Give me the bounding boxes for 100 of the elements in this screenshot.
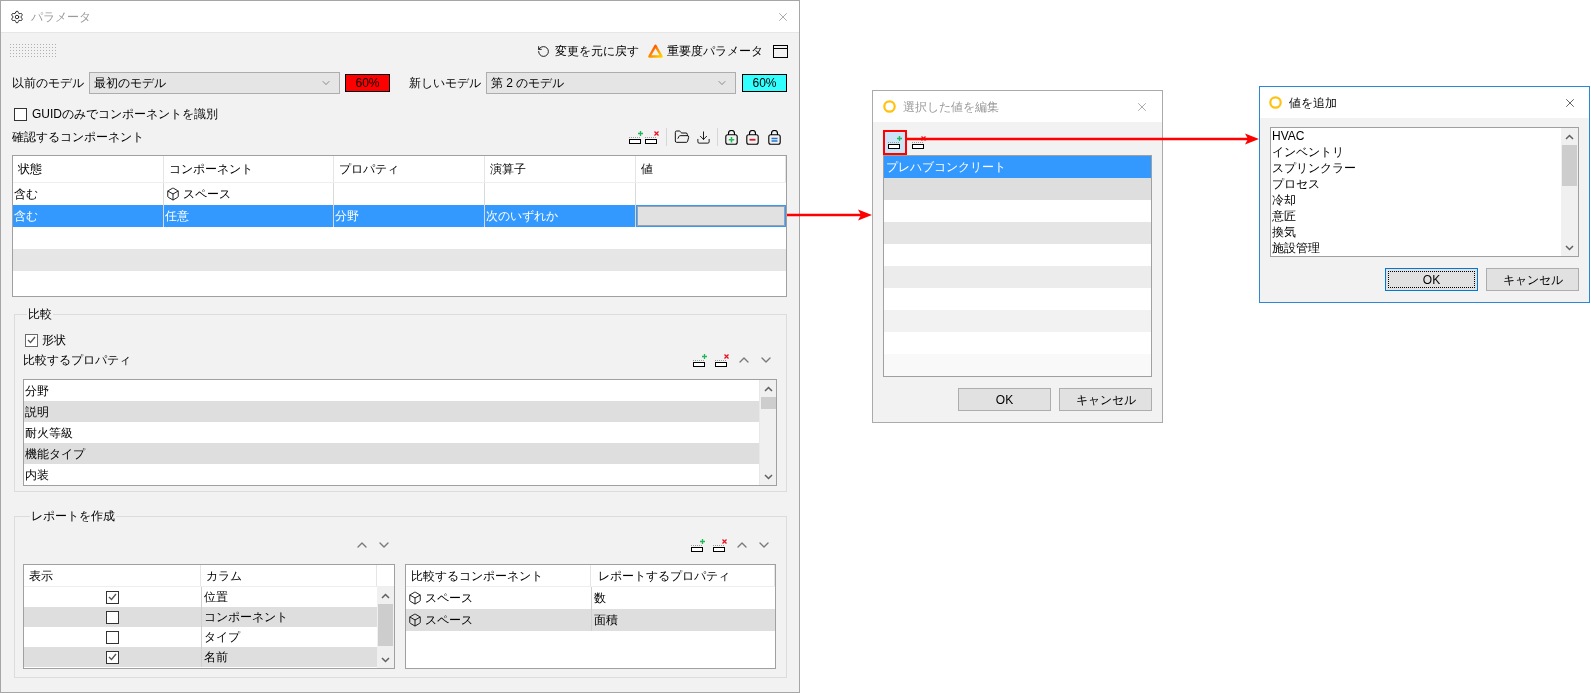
padlock-equals-button[interactable]: [767, 129, 781, 145]
status-text: 含む: [14, 186, 38, 202]
chevron-down-icon[interactable]: [1565, 244, 1574, 251]
percentage-badge: 60%: [345, 74, 390, 92]
dialog-button[interactable]: OK: [958, 388, 1051, 411]
model-dropdown[interactable]: 第 2 のモデル: [486, 72, 736, 94]
scrollbar-thumb[interactable]: [760, 397, 776, 409]
dialog-button[interactable]: OK: [1385, 268, 1478, 291]
checkbox[interactable]: [106, 630, 119, 644]
row-cross-icon: [911, 135, 927, 150]
row-plus-icon: [692, 352, 708, 368]
column-header[interactable]: 値: [636, 156, 786, 182]
list-item[interactable]: 施設管理: [1272, 240, 1561, 256]
column-header[interactable]: 演算子: [485, 156, 636, 182]
folder-icon: [673, 129, 690, 145]
table-row[interactable]: コンポーネント: [24, 607, 377, 627]
window-button[interactable]: [773, 44, 788, 58]
open-button[interactable]: [673, 129, 690, 145]
window-title: 値を追加: [1289, 94, 1337, 111]
chevron-down-icon[interactable]: [381, 656, 390, 663]
scrollbar[interactable]: [759, 380, 776, 485]
list-item[interactable]: HVAC: [1272, 128, 1561, 144]
padlock-plus-icon: [724, 129, 738, 145]
dialog-button[interactable]: キャンセル: [1486, 268, 1579, 291]
padlock-plus-button[interactable]: [724, 129, 738, 145]
dialog-button[interactable]: キャンセル: [1059, 388, 1152, 411]
gear-icon: [10, 9, 24, 24]
undo-button[interactable]: 変更を元に戻す: [537, 42, 639, 60]
component-name: スペース: [425, 612, 473, 628]
column-header[interactable]: コンポーネント: [164, 156, 334, 182]
group-title: 比較: [27, 306, 53, 322]
delete-row-button[interactable]: [644, 129, 660, 145]
list-item[interactable]: 機能タイプ: [24, 443, 759, 464]
ring-icon: [883, 100, 896, 113]
section-label: 比較するプロパティ: [23, 352, 131, 368]
chevron-down-icon[interactable]: [763, 473, 773, 480]
scrollbar[interactable]: [1561, 128, 1578, 256]
checkbox[interactable]: [106, 610, 119, 624]
scrollbar[interactable]: [377, 587, 394, 668]
checkbox[interactable]: [106, 650, 119, 664]
checkbox[interactable]: [14, 107, 27, 121]
importance-button[interactable]: 重要度パラメータ: [648, 42, 763, 60]
checkbox[interactable]: [106, 590, 119, 604]
list-item[interactable]: 冷却: [1272, 192, 1561, 208]
column-header[interactable]: カラム: [201, 565, 377, 586]
column-header[interactable]: 比較するコンポーネント: [406, 565, 591, 586]
list-item[interactable]: 意匠: [1272, 208, 1561, 224]
chevron-up-icon[interactable]: [1565, 133, 1574, 140]
column-name: タイプ: [204, 629, 240, 645]
column-name: コンポーネント: [204, 609, 288, 625]
add-value-button[interactable]: [883, 130, 907, 155]
list-item[interactable]: 説明: [24, 401, 759, 422]
list-item[interactable]: スプリンクラー: [1272, 160, 1561, 176]
warning-triangle-icon: [648, 44, 663, 58]
column-header[interactable]: 状態: [13, 156, 164, 182]
component-name: 任意: [165, 208, 189, 224]
scrollbar-thumb[interactable]: [1562, 145, 1577, 186]
column-header[interactable]: 表示: [24, 565, 201, 586]
row-cross-icon: [712, 537, 728, 553]
column-header[interactable]: プロパティ: [334, 156, 485, 182]
row-plus-icon: [628, 129, 644, 145]
percentage-badge: 60%: [742, 74, 787, 92]
ring-icon: [1269, 96, 1282, 109]
property-name: 分野: [335, 208, 359, 224]
model-dropdown[interactable]: 最初のモデル: [89, 72, 340, 94]
padlock-equals-icon: [767, 129, 781, 145]
add-row-button[interactable]: [692, 352, 708, 368]
column-name: 位置: [204, 589, 228, 605]
window-icon: [773, 44, 788, 58]
undo-icon: [537, 44, 550, 58]
column-header[interactable]: レポートするプロパティ: [591, 565, 775, 586]
padlock-minus-button[interactable]: [745, 129, 759, 145]
property-name: 面積: [594, 612, 618, 628]
cube-icon: [408, 591, 422, 605]
value-field[interactable]: [637, 206, 785, 226]
chevron-up-icon[interactable]: [763, 385, 773, 392]
row-plus-icon: [887, 135, 903, 150]
list-item[interactable]: プロセス: [1272, 176, 1561, 192]
padlock-minus-icon: [745, 129, 759, 145]
list-item[interactable]: インベントリ: [1272, 144, 1561, 160]
delete-row-button[interactable]: [714, 352, 730, 368]
table-row[interactable]: スペース 面積: [406, 609, 775, 631]
component-name: スペース: [425, 590, 473, 606]
operator-text: 次のいずれか: [486, 208, 558, 224]
row-cross-icon: [714, 352, 730, 368]
delete-row-button[interactable]: [712, 537, 728, 553]
window-title: 選択した値を編集: [903, 98, 999, 115]
download-icon: [695, 129, 711, 145]
add-row-button[interactable]: [628, 129, 644, 145]
add-row-button[interactable]: [690, 537, 706, 553]
checkbox-label: GUIDのみでコンポーネントを識別: [32, 106, 218, 122]
cube-icon: [166, 187, 180, 201]
model-label: 新しいモデル: [409, 75, 482, 91]
list-item[interactable]: 換気: [1272, 224, 1561, 240]
section-label: 確認するコンポーネント: [12, 129, 144, 145]
checkbox[interactable]: [25, 333, 38, 347]
table-row[interactable]: 名前: [24, 647, 377, 667]
chevron-up-icon[interactable]: [381, 592, 390, 599]
scrollbar-thumb[interactable]: [378, 604, 393, 646]
download-button[interactable]: [695, 129, 711, 145]
